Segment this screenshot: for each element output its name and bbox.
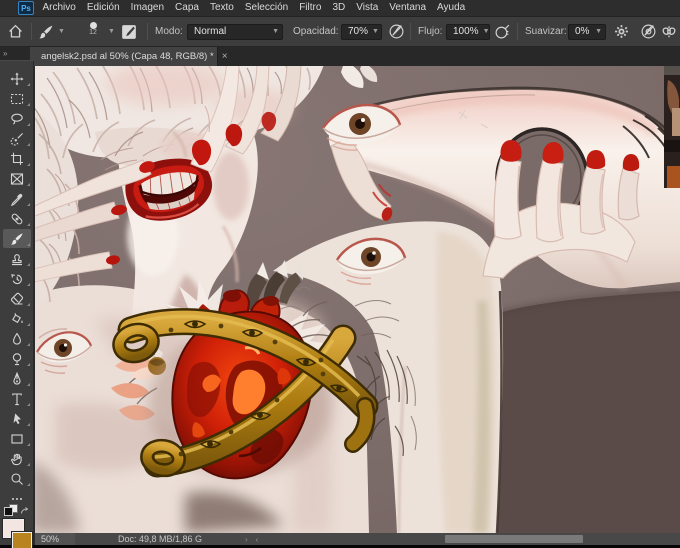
tool-clone-stamp[interactable] — [3, 249, 31, 268]
dock-collapse-button[interactable]: » — [3, 49, 8, 58]
blend-mode-label: Modo: — [155, 26, 183, 37]
menu-archivo[interactable]: Archivo — [37, 0, 81, 16]
tool-brush[interactable] — [3, 229, 31, 248]
brush-preset-icon[interactable]: ▼ — [38, 17, 65, 46]
menu-filtro[interactable]: Filtro — [294, 0, 327, 16]
blend-mode-select[interactable]: Normal ▼ — [187, 17, 283, 46]
tab-bar: » angelsk2.psd al 50% (Capa 48, RGB/8) *… — [0, 47, 680, 66]
options-bar: ▼ 12 ▼ Modo: Normal ▼ Opacidad: 70% ▼ Fluj… — [0, 17, 680, 47]
canvas-artwork[interactable] — [35, 66, 680, 533]
tool-paint-bucket[interactable] — [3, 309, 31, 328]
document-tab-title: angelsk2.psd al 50% (Capa 48, RGB/8) * — [41, 51, 214, 62]
zoom-level-field[interactable]: 50% — [35, 533, 75, 545]
menu-seleccin[interactable]: Selección — [239, 0, 293, 16]
photoshop-logo[interactable]: Ps — [18, 1, 34, 15]
menu-ventana[interactable]: Ventana — [384, 0, 432, 16]
status-bar: 50% Doc: 49,8 MB/1,86 G › ‹ — [35, 533, 680, 545]
symmetry-icon[interactable] — [661, 17, 677, 46]
brush-tip-preview[interactable]: 12 — [84, 20, 102, 37]
smoothing-field[interactable]: 0% ▼ — [568, 17, 606, 46]
tool-dodge[interactable] — [3, 349, 31, 368]
edit-toolbar-ellipsis[interactable] — [3, 489, 31, 508]
smoothing-label: Suavizar: — [525, 26, 567, 37]
tab-close-icon[interactable]: × — [222, 51, 228, 62]
menu-vista[interactable]: Vista — [351, 0, 384, 16]
tool-blur[interactable] — [3, 329, 31, 348]
tool-zoom[interactable] — [3, 469, 31, 488]
tool-history-brush[interactable] — [3, 269, 31, 288]
menu-3d[interactable]: 3D — [327, 0, 351, 16]
menu-ayuda[interactable]: Ayuda — [432, 0, 471, 16]
tool-eraser[interactable] — [3, 289, 31, 308]
opacity-field[interactable]: 70% ▼ — [341, 17, 382, 46]
gear-icon[interactable] — [614, 17, 629, 46]
home-icon[interactable] — [8, 17, 23, 46]
tools-panel — [0, 60, 34, 548]
tool-hand[interactable] — [3, 449, 31, 468]
tool-crop[interactable] — [3, 149, 31, 168]
scroll-left-icon[interactable]: ‹ — [256, 535, 259, 544]
photoshop-window: Ps Archivo Edición Imagen Capa Texto Selecció… — [0, 0, 680, 548]
tool-quick-selection[interactable] — [3, 129, 31, 148]
tool-path-selection[interactable] — [3, 409, 31, 428]
menu-edicin[interactable]: Edición — [81, 0, 125, 16]
tool-marquee[interactable] — [3, 89, 31, 108]
tool-move[interactable] — [3, 69, 31, 88]
horizontal-scrollbar-thumb[interactable] — [445, 535, 583, 543]
document-tab[interactable]: angelsk2.psd al 50% (Capa 48, RGB/8) * × — [30, 47, 228, 66]
tool-eyedropper[interactable] — [3, 189, 31, 208]
tool-type[interactable] — [3, 389, 31, 408]
tool-healing-brush[interactable] — [3, 209, 31, 228]
menu-bar: Ps Archivo Edición Imagen Capa Texto Selecció… — [0, 0, 680, 17]
menu-texto[interactable]: Texto — [204, 0, 239, 16]
opacity-label: Opacidad: — [293, 26, 339, 37]
airbrush-icon[interactable] — [494, 17, 511, 46]
tool-lasso[interactable] — [3, 109, 31, 128]
pressure-size-icon[interactable] — [640, 17, 657, 46]
menu-capa[interactable]: Capa — [170, 0, 205, 16]
toggle-brush-panel-icon[interactable] — [121, 17, 137, 46]
background-color-swatch[interactable] — [11, 531, 33, 548]
flow-label: Flujo: — [418, 26, 443, 37]
pressure-opacity-icon[interactable] — [388, 17, 405, 46]
menu-imagen[interactable]: Imagen — [125, 0, 169, 16]
scroll-right-icon[interactable]: › — [245, 535, 248, 544]
tool-rectangle[interactable] — [3, 429, 31, 448]
tool-frame[interactable] — [3, 169, 31, 188]
flow-field[interactable]: 100% ▼ — [446, 17, 490, 46]
tool-pen[interactable] — [3, 369, 31, 388]
document-info: Doc: 49,8 MB/1,86 G — [118, 534, 203, 544]
